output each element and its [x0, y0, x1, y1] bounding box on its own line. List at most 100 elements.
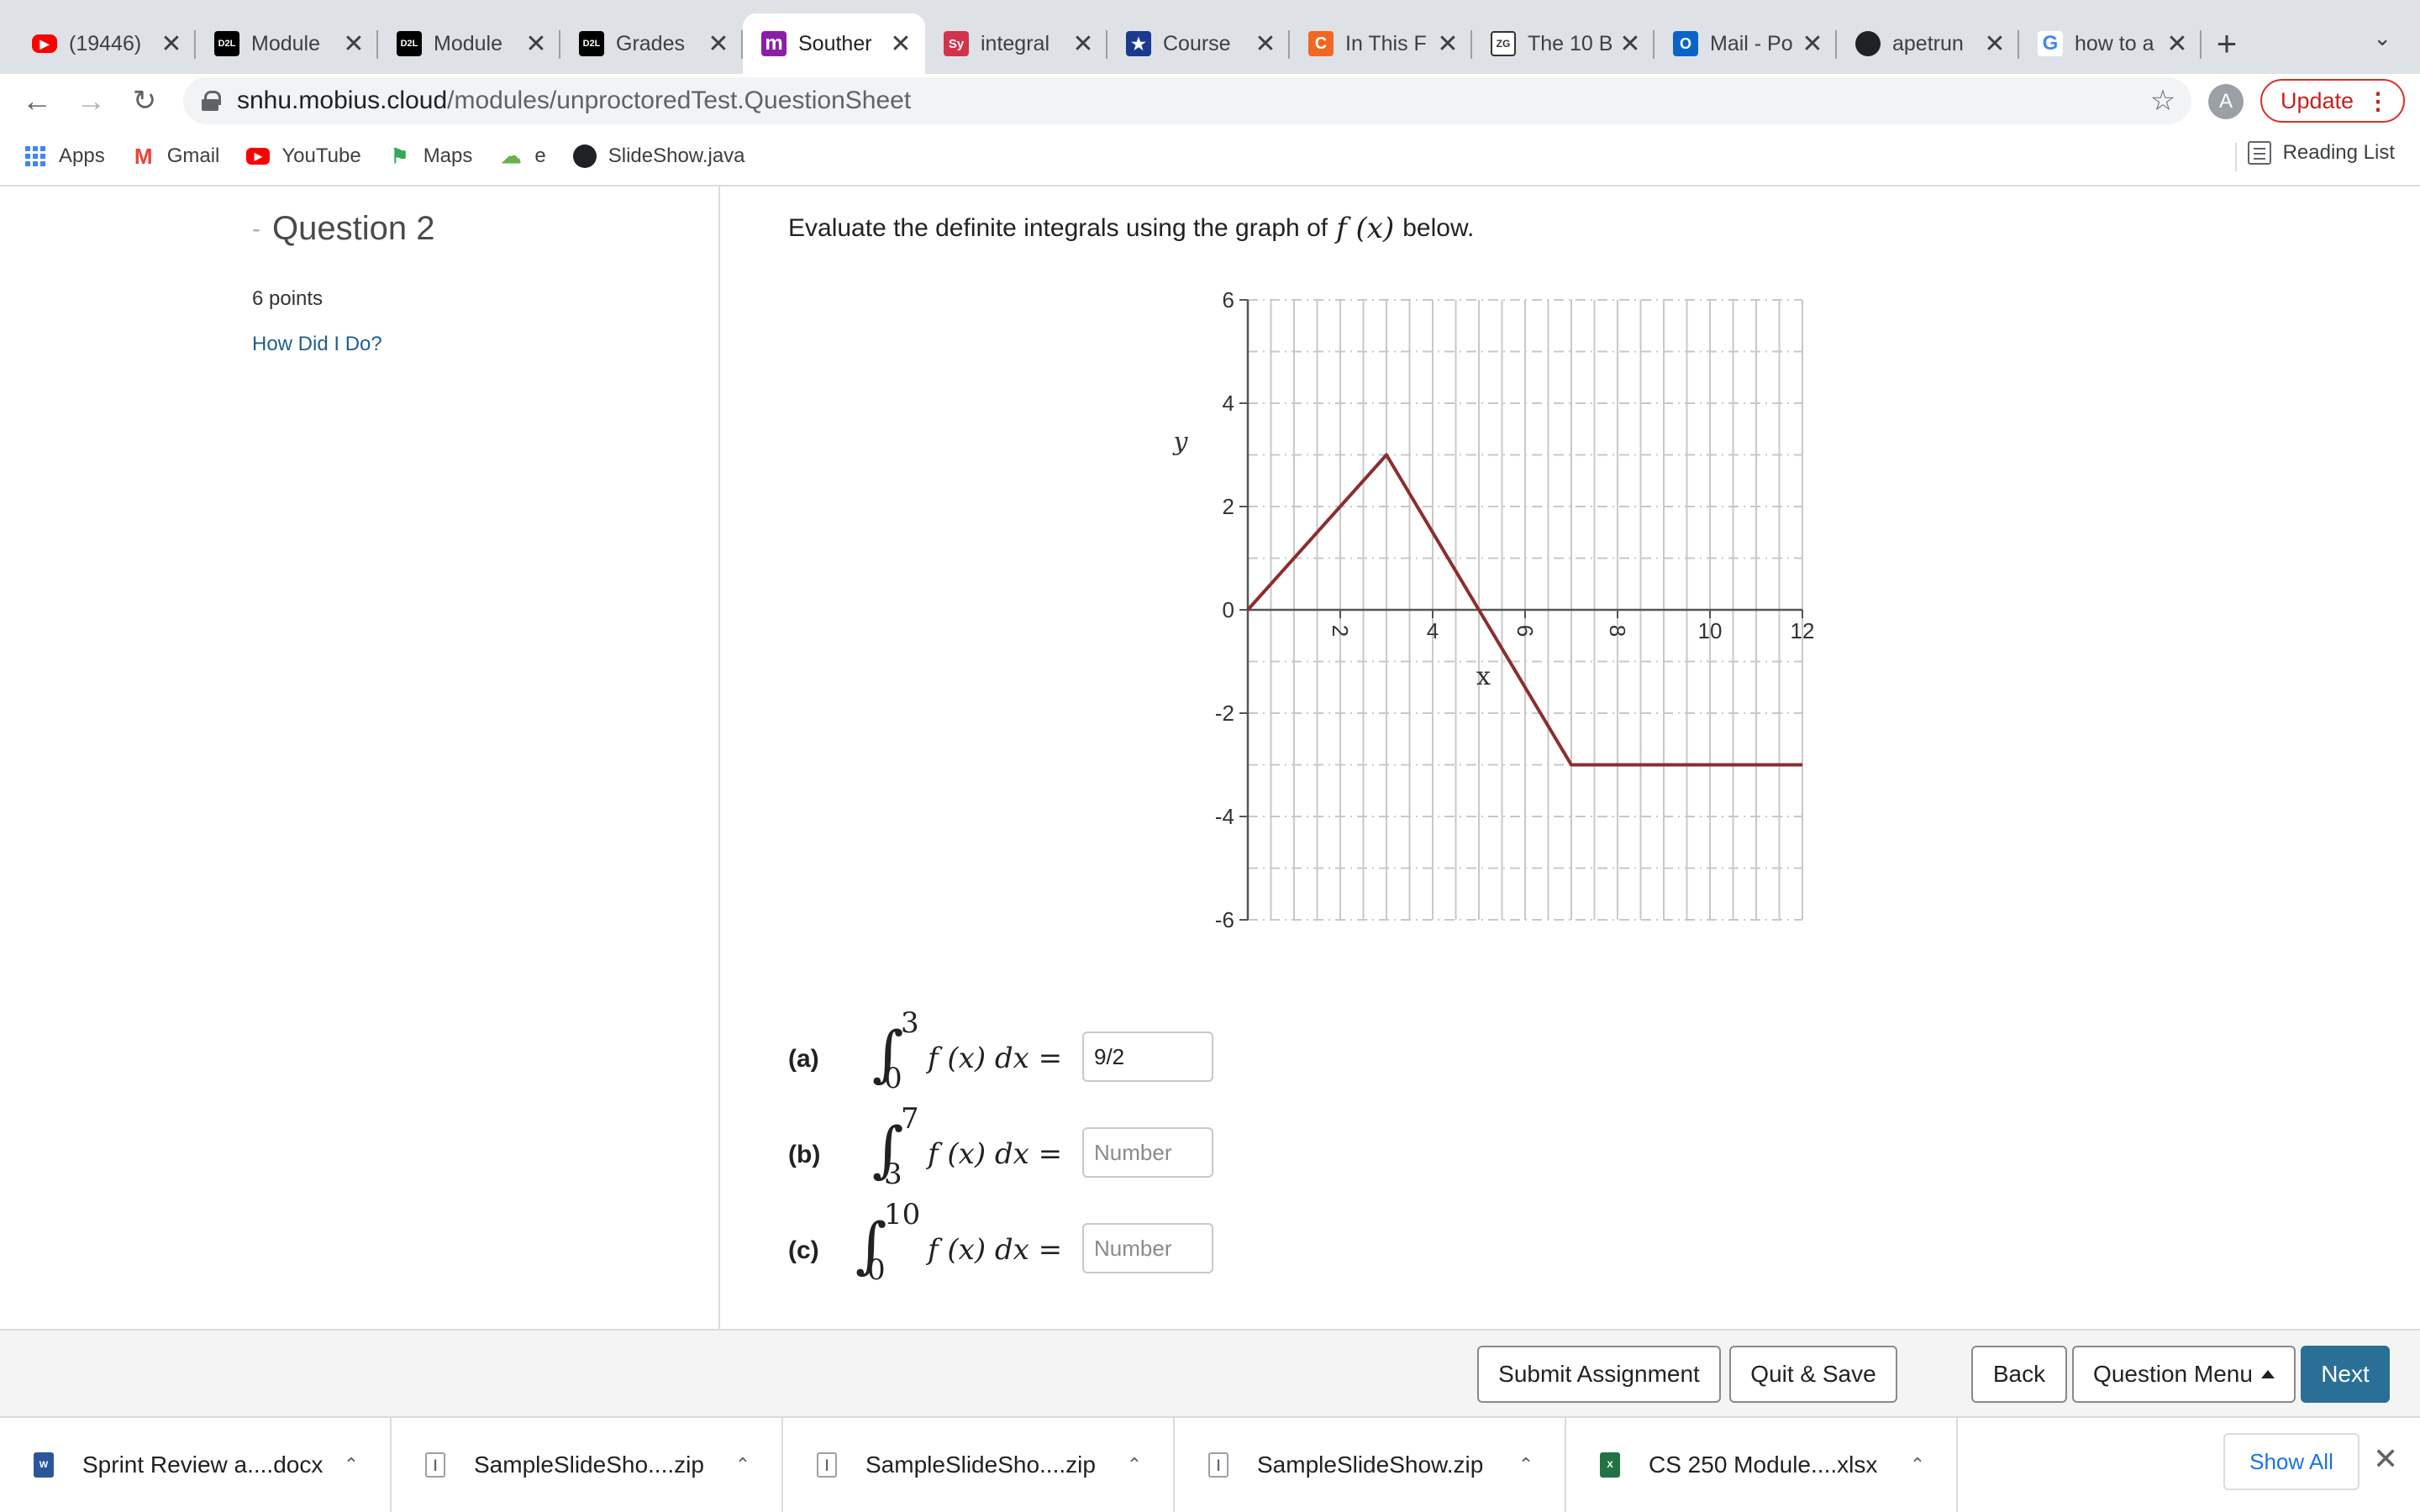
browser-tab[interactable]: C In This F ✕	[1290, 13, 1472, 74]
question-menu-button[interactable]: Question Menu	[2072, 1346, 2296, 1403]
close-tab-icon[interactable]: ✕	[1619, 29, 1641, 59]
download-item[interactable]: ┃ SampleSlideSho....zip ⌃	[392, 1418, 783, 1512]
browser-tab[interactable]: ZG The 10 B ✕	[1472, 13, 1655, 74]
close-tab-icon[interactable]: ✕	[890, 29, 912, 59]
browser-tab[interactable]: apetrun ✕	[1837, 13, 2019, 74]
profile-avatar[interactable]: A	[2208, 84, 2244, 119]
x-axis-label: x	[1476, 662, 1491, 691]
close-tab-icon[interactable]: ✕	[708, 29, 729, 59]
tab-title: (19446)	[69, 31, 142, 55]
download-item[interactable]: ┃ SampleSlideShow.zip ⌃	[1175, 1418, 1566, 1512]
browser-tab[interactable]: D2L Module ✕	[378, 13, 560, 74]
close-tab-icon[interactable]: ✕	[160, 29, 182, 59]
bookmark-item[interactable]: M Gmail	[132, 144, 220, 169]
tab-title: In This F	[1345, 31, 1427, 55]
question-title[interactable]: - Question 2	[252, 210, 434, 248]
star-badge-icon: ★	[1126, 31, 1151, 56]
browser-tab[interactable]: D2L Module ✕	[196, 13, 378, 74]
back-arrow-icon[interactable]: ←	[17, 81, 57, 121]
tab-title: how to a	[2075, 31, 2154, 55]
question-page: - Question 2 6 points How Did I Do? Eval…	[0, 186, 2420, 1329]
back-button[interactable]: Back	[1971, 1346, 2067, 1403]
apps-grid-icon	[24, 144, 47, 168]
bookmark-star-icon[interactable]: ☆	[2143, 81, 2183, 121]
answer-input[interactable]	[1082, 1223, 1213, 1273]
forward-arrow-icon[interactable]: →	[71, 81, 111, 121]
update-button[interactable]: Update ⋮	[2260, 79, 2405, 123]
browser-tab[interactable]: ▶ (19446) ✕	[13, 13, 196, 74]
tab-search-chevron-icon[interactable]: ⌄	[2373, 25, 2391, 51]
reading-list-icon	[2247, 141, 2271, 165]
outlook-icon: O	[1673, 31, 1698, 56]
mobius-icon: m	[761, 31, 786, 56]
bookmark-label: Maps	[423, 144, 473, 167]
bookmark-label: SlideShow.java	[608, 144, 745, 167]
bookmark-item[interactable]: ▶ YouTube	[246, 144, 361, 168]
part-label: (b)	[788, 1141, 821, 1168]
url-path: /modules/unproctoredTest.QuestionSheet	[447, 87, 912, 114]
close-tab-icon[interactable]: ✕	[1984, 29, 2006, 59]
reading-list-button[interactable]: Reading List	[2247, 141, 2395, 165]
github-icon	[1855, 31, 1881, 56]
reading-list-label: Reading List	[2282, 141, 2395, 164]
close-shelf-icon[interactable]: ✕	[2373, 1441, 2398, 1477]
close-tab-icon[interactable]: ✕	[1072, 29, 1094, 59]
browser-tab[interactable]: Sy integral ✕	[925, 13, 1107, 74]
next-button[interactable]: Next	[2301, 1346, 2390, 1403]
lower-limit: 3	[884, 1158, 902, 1191]
y-axis-label: y	[1172, 427, 1189, 456]
integral-part: (a) ∫ 3 0 f (x) dx =	[788, 1006, 1259, 1110]
reload-icon[interactable]: ↻	[124, 81, 165, 121]
close-tab-icon[interactable]: ✕	[1802, 29, 1823, 59]
download-item[interactable]: ┃ SampleSlideSho....zip ⌃	[783, 1418, 1175, 1512]
zip-file-icon: ┃	[425, 1452, 445, 1478]
question-title-label: Question 2	[272, 210, 435, 247]
upper-limit: 3	[901, 1006, 919, 1040]
close-tab-icon[interactable]: ✕	[525, 29, 547, 59]
browser-tab[interactable]: Ghow to a ✕	[2019, 13, 2202, 74]
browser-tab[interactable]: ★ Course ✕	[1107, 13, 1290, 74]
bookmark-item[interactable]: ⚑ Maps	[388, 144, 473, 168]
how-did-i-do-link[interactable]: How Did I Do?	[252, 333, 382, 356]
integral-part: (b) ∫ 7 3 f (x) dx =	[788, 1102, 1259, 1206]
close-tab-icon[interactable]: ✕	[1437, 29, 1459, 59]
browser-tab[interactable]: D2L Grades ✕	[560, 13, 743, 74]
show-all-downloads-button[interactable]: Show All	[2223, 1433, 2360, 1490]
bookmarks-bar: Apps M Gmail ▶ YouTube ⚑ Maps ☁ e SlideShow.java …	[0, 128, 2420, 186]
youtube-icon: ▶	[246, 148, 271, 165]
chevron-up-icon[interactable]: ⌃	[334, 1454, 368, 1476]
zip-file-icon: ┃	[817, 1452, 837, 1478]
x-tick-label: 12	[1791, 618, 1815, 643]
bookmark-item[interactable]: SlideShow.java	[572, 144, 745, 168]
chevron-up-icon[interactable]: ⌃	[1118, 1454, 1151, 1476]
answer-input[interactable]	[1082, 1127, 1213, 1178]
browser-tab[interactable]: O Mail - Po ✕	[1655, 13, 1837, 74]
close-tab-icon[interactable]: ✕	[2166, 29, 2188, 59]
new-tab-plus-icon[interactable]: +	[2202, 13, 2252, 74]
tab-title: Grades	[616, 31, 685, 55]
bookmark-item[interactable]: ☁ e	[499, 144, 545, 168]
x-tick-label: 4	[1427, 618, 1439, 643]
address-bar[interactable]: snhu.mobius.cloud/modules/unproctoredTes…	[183, 77, 2191, 124]
submit-assignment-button[interactable]: Submit Assignment	[1477, 1346, 1721, 1403]
more-menu-icon: ⋮	[2366, 88, 2390, 114]
download-item[interactable]: W Sprint Review a....docx ⌃	[0, 1418, 392, 1512]
close-tab-icon[interactable]: ✕	[1255, 29, 1276, 59]
tab-title: Module	[251, 31, 320, 55]
x-tick-label: 10	[1698, 618, 1723, 643]
bookmark-item[interactable]: Apps	[24, 144, 105, 168]
chevron-up-icon[interactable]: ⌃	[1901, 1454, 1934, 1476]
chevron-up-icon[interactable]: ⌃	[726, 1454, 760, 1476]
github-icon	[572, 144, 597, 168]
question-sidebar: - Question 2 6 points How Did I Do?	[0, 186, 720, 1329]
tab-title: Mail - Po	[1710, 31, 1793, 55]
download-item[interactable]: X CS 250 Module....xlsx ⌃	[1566, 1418, 1958, 1512]
quit-save-button[interactable]: Quit & Save	[1729, 1346, 1897, 1403]
chevron-up-icon[interactable]: ⌃	[1509, 1454, 1543, 1476]
chegg-icon: C	[1308, 31, 1334, 56]
close-tab-icon[interactable]: ✕	[343, 29, 365, 59]
tab-separator	[2200, 30, 2202, 59]
answer-input[interactable]	[1082, 1032, 1213, 1082]
browser-tab[interactable]: m Souther ✕	[743, 13, 925, 74]
x-tick-label: 8	[1605, 625, 1630, 637]
